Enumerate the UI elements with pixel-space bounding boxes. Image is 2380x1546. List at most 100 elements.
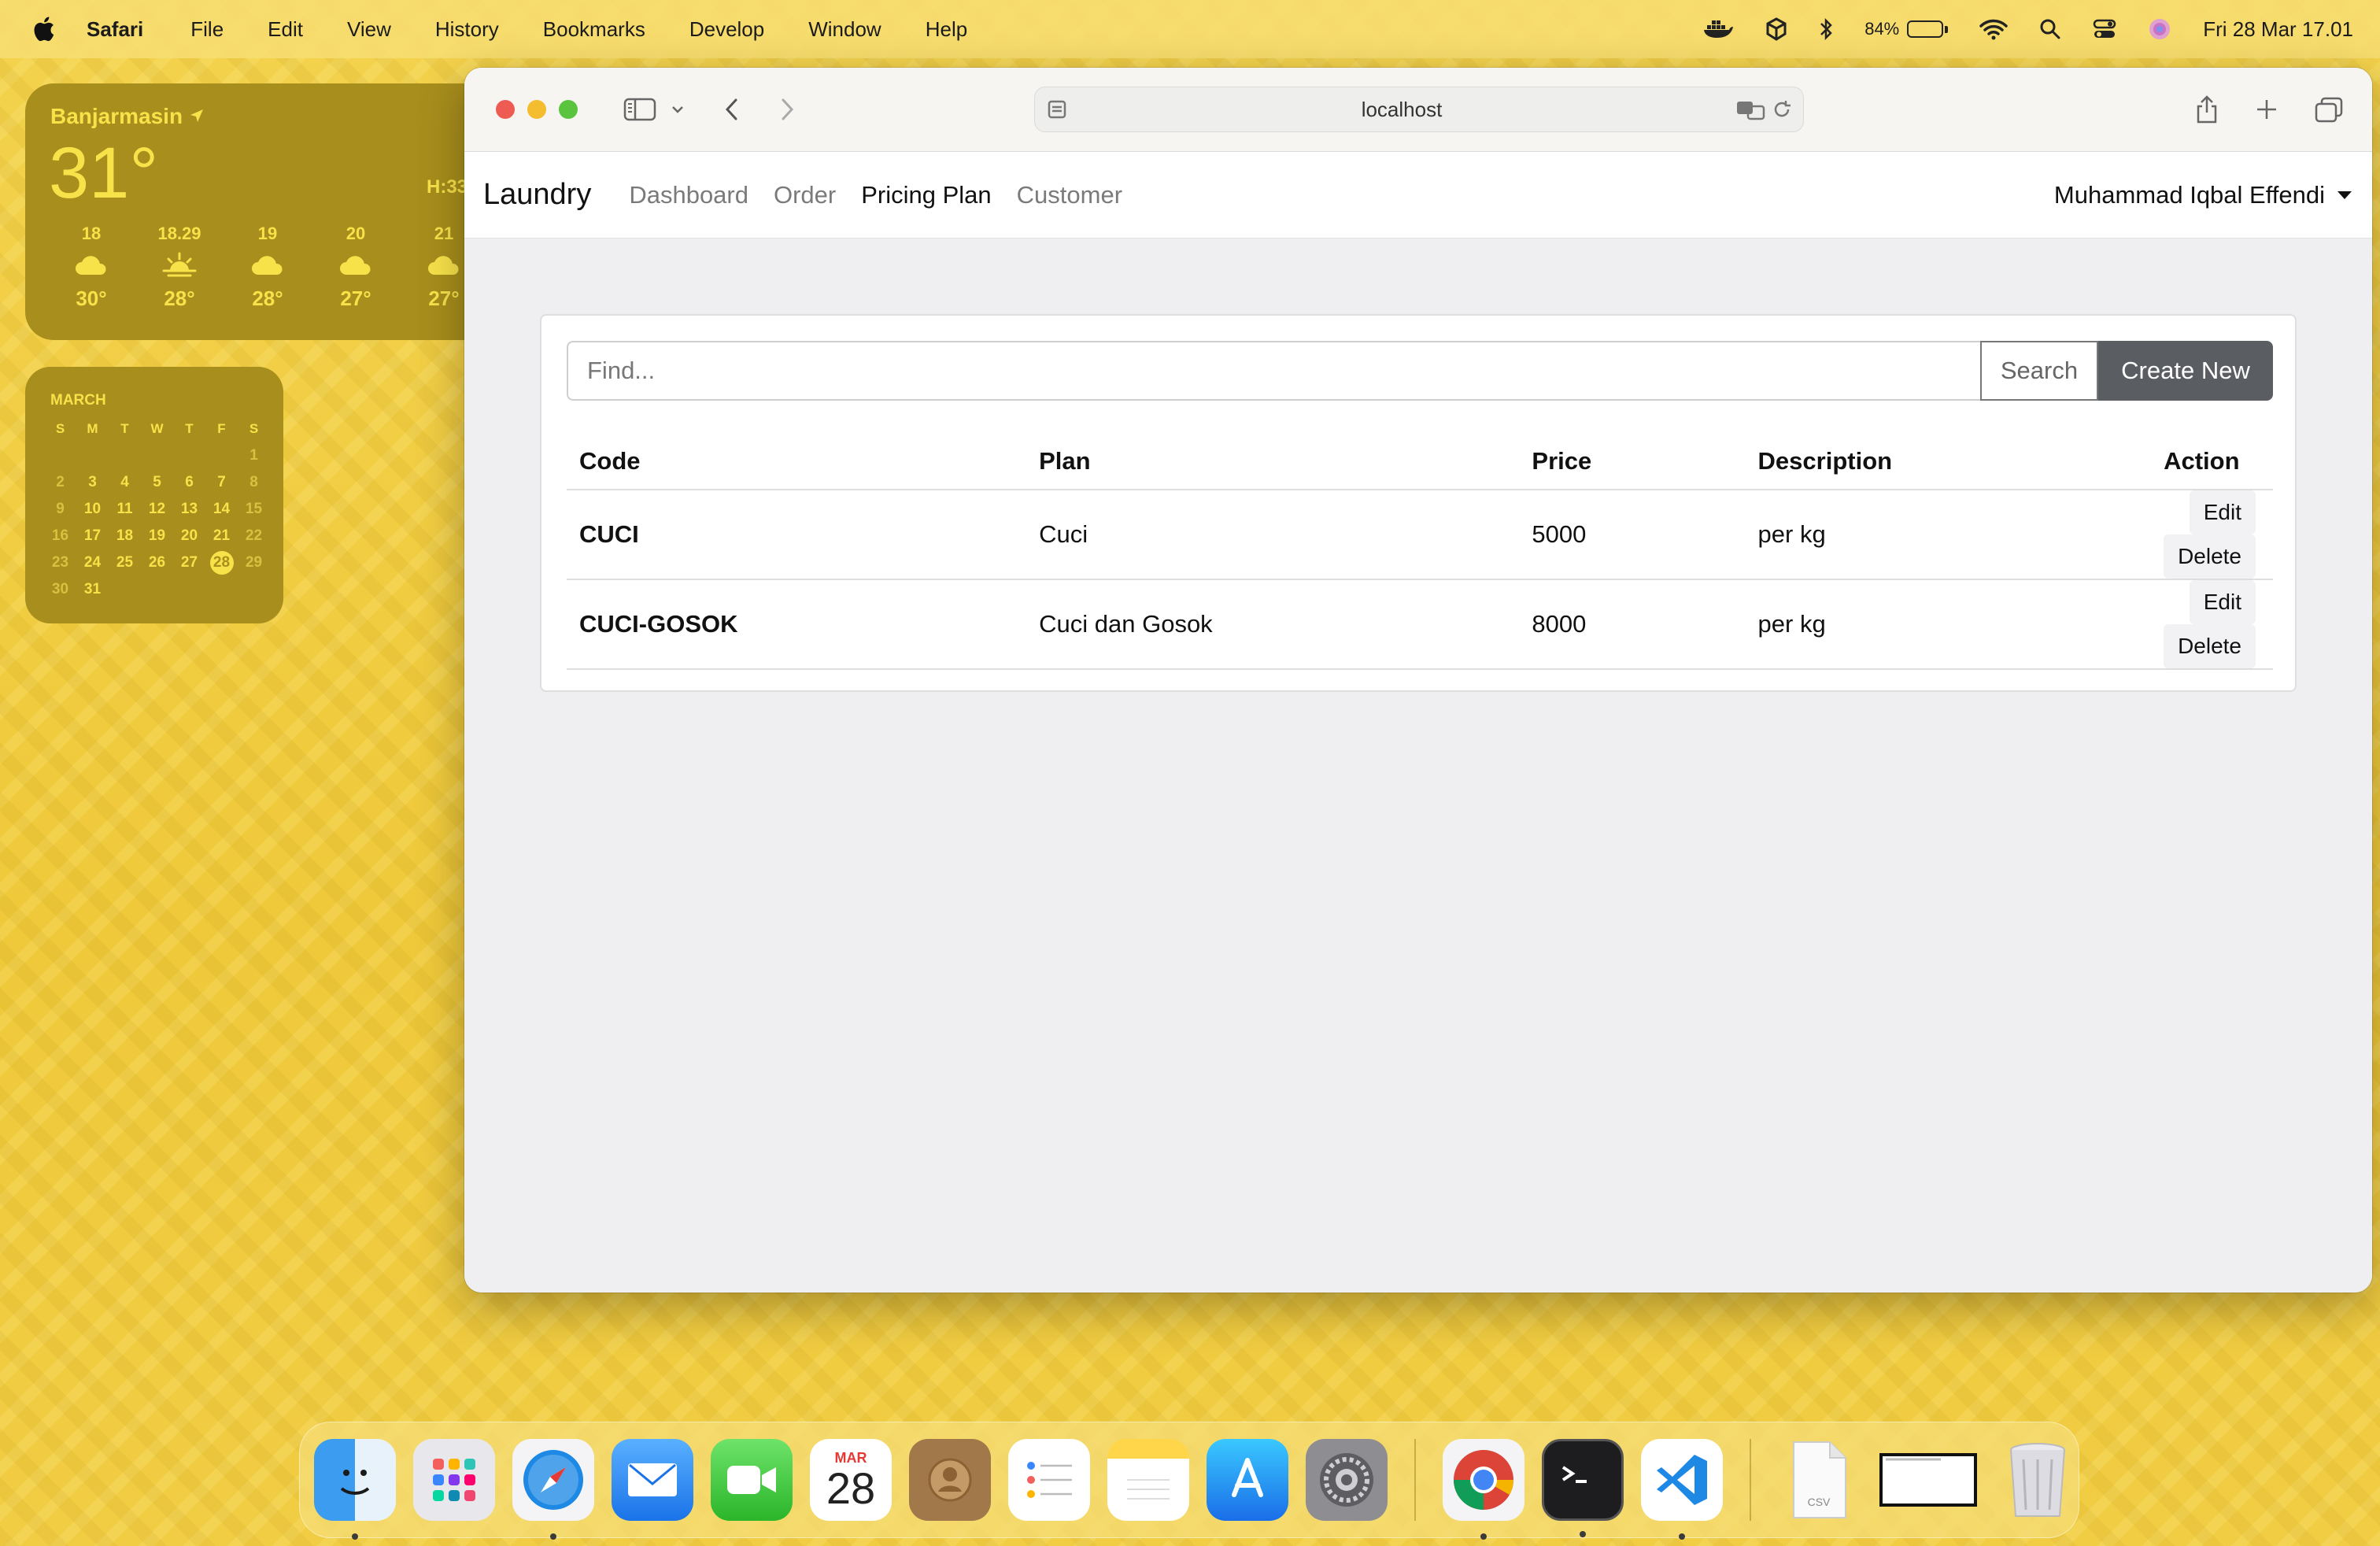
- menu-history[interactable]: History: [435, 17, 499, 42]
- calendar-day: 5: [153, 474, 161, 490]
- bluetooth-icon[interactable]: [1819, 17, 1833, 41]
- system-settings-icon[interactable]: [1306, 1439, 1388, 1521]
- menu-bookmarks[interactable]: Bookmarks: [543, 17, 645, 42]
- cloud-icon: [47, 244, 135, 287]
- calendar-day: 4: [120, 474, 129, 490]
- nav-link-dashboard[interactable]: Dashboard: [629, 181, 748, 209]
- calendar-day: 2: [56, 474, 65, 490]
- facetime-icon[interactable]: [711, 1439, 793, 1521]
- google-chrome-icon[interactable]: [1443, 1439, 1524, 1540]
- reload-icon[interactable]: [1772, 98, 1792, 120]
- menu-safari[interactable]: Safari: [87, 17, 143, 42]
- menu-window[interactable]: Window: [808, 17, 881, 42]
- weekday-label: T: [185, 421, 194, 436]
- menu-file[interactable]: File: [190, 17, 224, 42]
- calendar-app-day: 28: [826, 1463, 876, 1513]
- nav-link-pricing-plan[interactable]: Pricing Plan: [861, 181, 991, 209]
- vscode-icon[interactable]: [1641, 1439, 1723, 1540]
- safari-icon[interactable]: [512, 1439, 594, 1540]
- web-page: Laundry Dashboard Order Pricing Plan Cus…: [464, 152, 2372, 1293]
- control-center-icon[interactable]: [2093, 18, 2116, 40]
- app-store-icon[interactable]: [1207, 1439, 1288, 1521]
- csv-file-icon[interactable]: CSV: [1778, 1439, 1860, 1521]
- weather-high: H:33: [427, 176, 468, 198]
- window-preview-icon[interactable]: [1877, 1439, 1979, 1521]
- calendar-widget[interactable]: MARCH S M T W T F S 1 2 3 4 5 6 7 8 9 10…: [25, 367, 283, 623]
- nav-link-order[interactable]: Order: [774, 181, 836, 209]
- calendar-day: 19: [148, 527, 166, 544]
- calendar-day: 9: [56, 501, 65, 517]
- forecast-hour: 20 27°: [312, 224, 400, 311]
- calendar-day: 25: [116, 554, 134, 571]
- docker-icon[interactable]: [1702, 17, 1734, 41]
- contacts-icon[interactable]: [909, 1439, 991, 1521]
- search-button[interactable]: Search: [1980, 341, 2098, 401]
- menu-help[interactable]: Help: [926, 17, 967, 42]
- minimize-window-button[interactable]: [527, 100, 546, 119]
- weekday-label: S: [55, 421, 65, 436]
- translate-icon[interactable]: [1735, 98, 1765, 120]
- mail-icon[interactable]: [612, 1439, 693, 1521]
- page-menu-icon[interactable]: [1046, 98, 1068, 120]
- battery-icon: [1907, 20, 1944, 38]
- spotlight-search-icon[interactable]: [2039, 18, 2061, 40]
- calendar-app-icon[interactable]: MAR 28: [810, 1439, 892, 1521]
- close-window-button[interactable]: [496, 100, 515, 119]
- dock: MAR 28 CSV: [299, 1422, 2079, 1540]
- cell-action: EditDelete: [2151, 579, 2273, 670]
- calendar-day: 16: [51, 527, 69, 544]
- hourly-forecast: 18 30° 18.29 28° 19 28° 20 27° 21 27°: [47, 224, 488, 311]
- menu-view[interactable]: View: [347, 17, 391, 42]
- terminal-icon[interactable]: [1542, 1439, 1624, 1537]
- calendar-day: 13: [180, 501, 198, 517]
- weather-temperature: 31°: [49, 133, 159, 213]
- calendar-day: 18: [116, 527, 134, 544]
- tab-overview-icon[interactable]: [2314, 94, 2344, 124]
- menu-develop[interactable]: Develop: [689, 17, 764, 42]
- battery-indicator[interactable]: 84%: [1864, 19, 1949, 39]
- trash-icon[interactable]: [1997, 1439, 2079, 1521]
- launchpad-icon[interactable]: [413, 1439, 495, 1521]
- delete-button[interactable]: Delete: [2164, 534, 2256, 579]
- tab-group-chevron-down-icon[interactable]: [671, 105, 685, 114]
- menu-edit[interactable]: Edit: [268, 17, 303, 42]
- forecast-hour: 19 28°: [224, 224, 312, 311]
- pricing-plan-card: Search Create New Code Plan Price Descri…: [540, 314, 2297, 692]
- calendar-day: 23: [51, 554, 69, 571]
- nav-link-customer[interactable]: Customer: [1017, 181, 1122, 209]
- weather-widget[interactable]: Banjarmasin 31° H:33 18 30° 18.29 28° 19…: [25, 83, 497, 340]
- siri-icon[interactable]: [2148, 17, 2171, 41]
- new-tab-plus-icon[interactable]: [2254, 94, 2279, 124]
- calendar-day: 1: [249, 447, 258, 464]
- table-header-row: Code Plan Price Description Action: [567, 434, 2273, 490]
- menubar-clock[interactable]: Fri 28 Mar 17.01: [2203, 17, 2353, 42]
- zoom-window-button[interactable]: [559, 100, 578, 119]
- delete-button[interactable]: Delete: [2164, 624, 2256, 668]
- table-row: CUCI Cuci 5000 per kg EditDelete: [567, 490, 2273, 580]
- edit-button[interactable]: Edit: [2189, 580, 2256, 624]
- address-bar[interactable]: localhost: [1034, 87, 1804, 132]
- create-new-button[interactable]: Create New: [2098, 341, 2273, 401]
- share-icon[interactable]: [2194, 94, 2219, 124]
- sunset-icon: [135, 244, 224, 287]
- find-input[interactable]: [567, 341, 1980, 401]
- forward-icon[interactable]: [779, 97, 795, 122]
- calendar-day: 22: [245, 527, 263, 544]
- cloud-icon: [224, 244, 312, 287]
- notes-icon[interactable]: [1107, 1439, 1189, 1521]
- finder-icon[interactable]: [314, 1439, 396, 1540]
- calendar-day: 30: [51, 581, 69, 597]
- calendar-day: 24: [83, 554, 102, 571]
- wifi-icon[interactable]: [1979, 18, 2008, 40]
- table-row: CUCI-GOSOK Cuci dan Gosok 8000 per kg Ed…: [567, 579, 2273, 670]
- reminders-icon[interactable]: [1008, 1439, 1090, 1521]
- back-icon[interactable]: [724, 97, 740, 122]
- cell-code: CUCI: [567, 490, 1027, 580]
- cell-description: per kg: [1745, 490, 2152, 580]
- edit-button[interactable]: Edit: [2189, 490, 2256, 534]
- brand-link[interactable]: Laundry: [483, 178, 591, 212]
- user-menu-dropdown[interactable]: Muhammad Iqbal Effendi: [2054, 181, 2372, 209]
- apple-menu-icon[interactable]: [0, 16, 87, 43]
- sidebar-toggle-icon[interactable]: [623, 97, 656, 122]
- package-icon[interactable]: [1765, 17, 1787, 41]
